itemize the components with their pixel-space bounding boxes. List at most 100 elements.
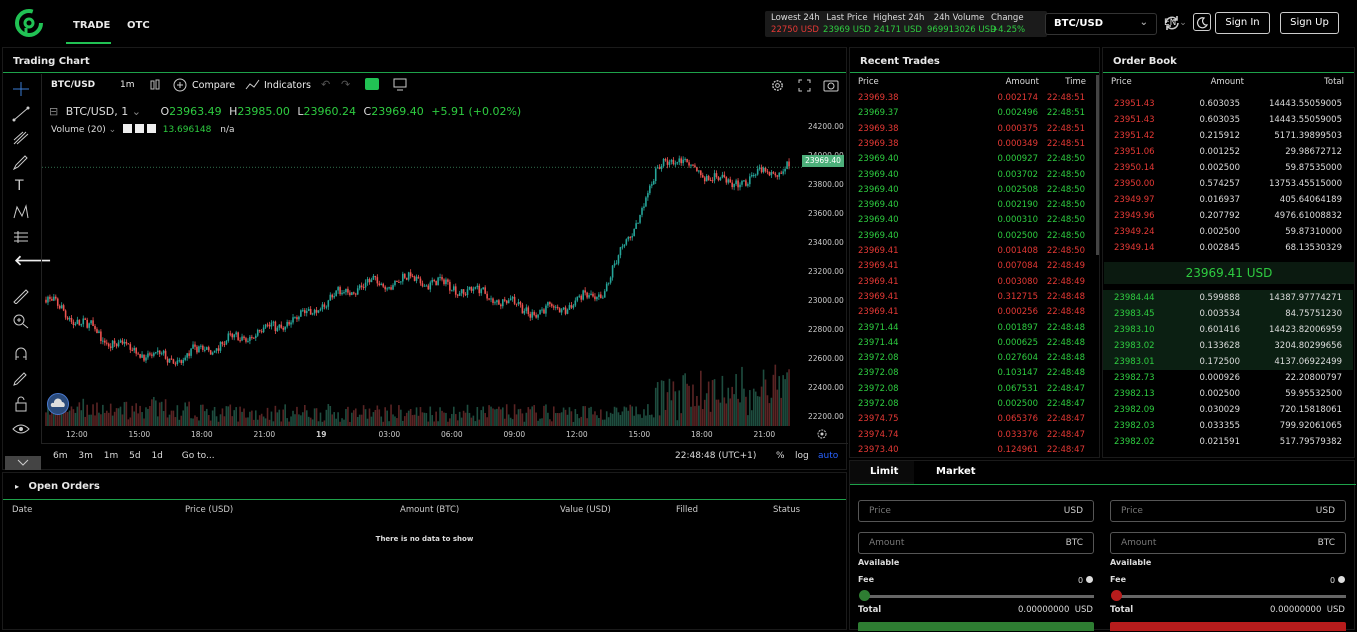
settings-gear-icon[interactable] [770,78,785,93]
eye-icon[interactable] [12,421,30,437]
camera-icon[interactable] [823,78,839,92]
crosshair-icon[interactable] [12,81,30,97]
ob-price: 23983.45 [1114,309,1155,319]
candle-body [447,279,449,282]
range-5d[interactable]: 5d [129,451,140,461]
volume-bar [447,421,449,426]
orderbook-row[interactable]: 23950.00 0.574257 13753.45515000 [1103,176,1353,192]
volume-bar [543,405,545,426]
trend-line-icon[interactable] [12,106,30,122]
logo-icon[interactable] [14,8,44,38]
fullscreen-icon[interactable] [798,79,811,92]
buy-slider[interactable] [862,595,1094,598]
brush-icon[interactable] [12,155,30,171]
time-tick: 18:00 [691,430,713,439]
orderbook-row[interactable]: 23951.06 0.001252 29.98672712 [1103,144,1353,160]
orderbook-row[interactable]: 23949.96 0.207792 4976.61008832 [1103,208,1353,224]
orderbook-row[interactable]: 23983.45 0.003534 84.75751230 [1103,306,1353,322]
info-icon[interactable] [1337,576,1345,583]
buy-slider-handle[interactable] [859,590,870,601]
collapse-toolbar-button[interactable] [5,456,41,470]
chart-symbol[interactable]: BTC/USD [51,80,95,90]
chart-interval[interactable]: 1m [120,80,135,90]
volume-bar [641,417,643,426]
volume-bar [723,397,726,426]
volume-bar [772,374,775,426]
volume-bar [692,384,694,426]
sell-button[interactable] [1110,622,1346,631]
volume-bar [107,412,110,426]
chart-time[interactable]: 22:48:48 (UTC+1) [675,451,756,461]
orderbook-row[interactable]: 23982.03 0.033355 799.92061065 [1103,418,1353,434]
buy-button[interactable] [858,622,1094,631]
candle-body [219,341,222,351]
open-orders-title[interactable]: ▸ Open Orders [3,473,846,500]
tab-market[interactable]: Market [936,466,976,477]
sign-up-button[interactable]: Sign Up [1280,12,1339,34]
ruler-icon[interactable] [12,288,30,304]
orderbook-row[interactable]: 23983.01 0.172500 4137.06922499 [1103,354,1353,370]
pattern-icon[interactable] [12,204,30,220]
zoom-in-icon[interactable] [12,313,30,329]
sell-slider[interactable] [1114,595,1346,598]
theme-toggle-button[interactable] [1193,13,1211,31]
percent-toggle[interactable]: % [776,451,785,461]
orderbook-row[interactable]: 23982.02 0.021591 517.79579382 [1103,434,1353,450]
orderbook-row[interactable]: 23983.02 0.133628 3204.80299656 [1103,338,1353,354]
compare-button[interactable]: Compare [192,80,235,91]
volume-bar [231,416,234,426]
range-3m[interactable]: 3m [78,451,93,461]
nav-tab-otc[interactable]: OTC [127,20,150,31]
sell-price-input[interactable]: Price USD [1110,500,1346,522]
axis-settings-icon[interactable] [816,428,828,440]
sell-slider-handle[interactable] [1111,590,1122,601]
tab-limit[interactable]: Limit [850,461,914,484]
buy-amount-input[interactable]: Amount BTC [858,532,1094,554]
orderbook-row[interactable]: 23984.44 0.599888 14387.97774271 [1103,290,1353,306]
candle-body [592,293,594,297]
orderbook-row[interactable]: 23949.14 0.002845 68.13530329 [1103,240,1353,256]
buy-price-input[interactable]: Price USD [858,500,1094,522]
orderbook-row[interactable]: 23949.24 0.002500 59.87310000 [1103,224,1353,240]
orderbook-row[interactable]: 23951.43 0.603035 14443.55059005 [1103,112,1353,128]
range-6m[interactable]: 6m [53,451,68,461]
volume-bar [727,387,730,426]
orderbook-row[interactable]: 23949.97 0.016937 405.64064189 [1103,192,1353,208]
price-tick: 23000.00 [808,296,844,305]
orderbook-row[interactable]: 23982.73 0.000926 22.20800797 [1103,370,1353,386]
orderbook-row[interactable]: 23982.13 0.002500 59.95532500 [1103,386,1353,402]
range-1d[interactable]: 1d [151,451,162,461]
magnet-icon[interactable] [12,346,30,362]
price-chart[interactable] [42,116,802,441]
auto-toggle[interactable]: auto [818,451,838,461]
text-tool-icon[interactable]: T [15,178,24,194]
tradingview-logo[interactable] [47,393,69,415]
pair-select[interactable]: BTC/USD ⌄ [1045,13,1157,35]
screen-mode-icon[interactable] [365,78,379,90]
orderbook-row[interactable]: 23982.09 0.030029 720.15818061 [1103,402,1353,418]
scrollbar[interactable] [1096,75,1099,255]
candles-icon[interactable] [148,78,162,92]
orderbook-row[interactable]: 23983.10 0.601416 14423.82006959 [1103,322,1353,338]
lang-select[interactable]: EN ⌄ [1164,18,1187,28]
trade-row: 23969.40 0.003702 22:48:50 [850,168,1095,183]
goto-button[interactable]: Go to... [182,451,215,461]
monitor-icon[interactable] [393,78,407,91]
volume-bar [303,404,306,426]
orderbook-row[interactable]: 23950.14 0.002500 59.87535000 [1103,160,1353,176]
indicators-button[interactable]: Indicators [264,80,311,91]
info-icon[interactable] [1085,576,1093,583]
undo-icon[interactable]: ↶ [321,78,330,91]
fib-tool-icon[interactable] [12,130,30,146]
lock-icon[interactable] [12,396,30,412]
nav-tab-trade[interactable]: TRADE [73,20,110,31]
orderbook-row[interactable]: 23951.42 0.215912 5171.39899503 [1103,128,1353,144]
log-toggle[interactable]: log [795,451,809,461]
range-1m[interactable]: 1m [104,451,119,461]
prediction-icon[interactable] [12,229,30,245]
orderbook-row[interactable]: 23951.43 0.603035 14443.55059005 [1103,96,1353,112]
lock-pencil-icon[interactable] [12,371,30,387]
sell-amount-input[interactable]: Amount BTC [1110,532,1346,554]
redo-icon[interactable]: ↷ [341,78,350,91]
sign-in-button[interactable]: Sign In [1215,12,1270,34]
